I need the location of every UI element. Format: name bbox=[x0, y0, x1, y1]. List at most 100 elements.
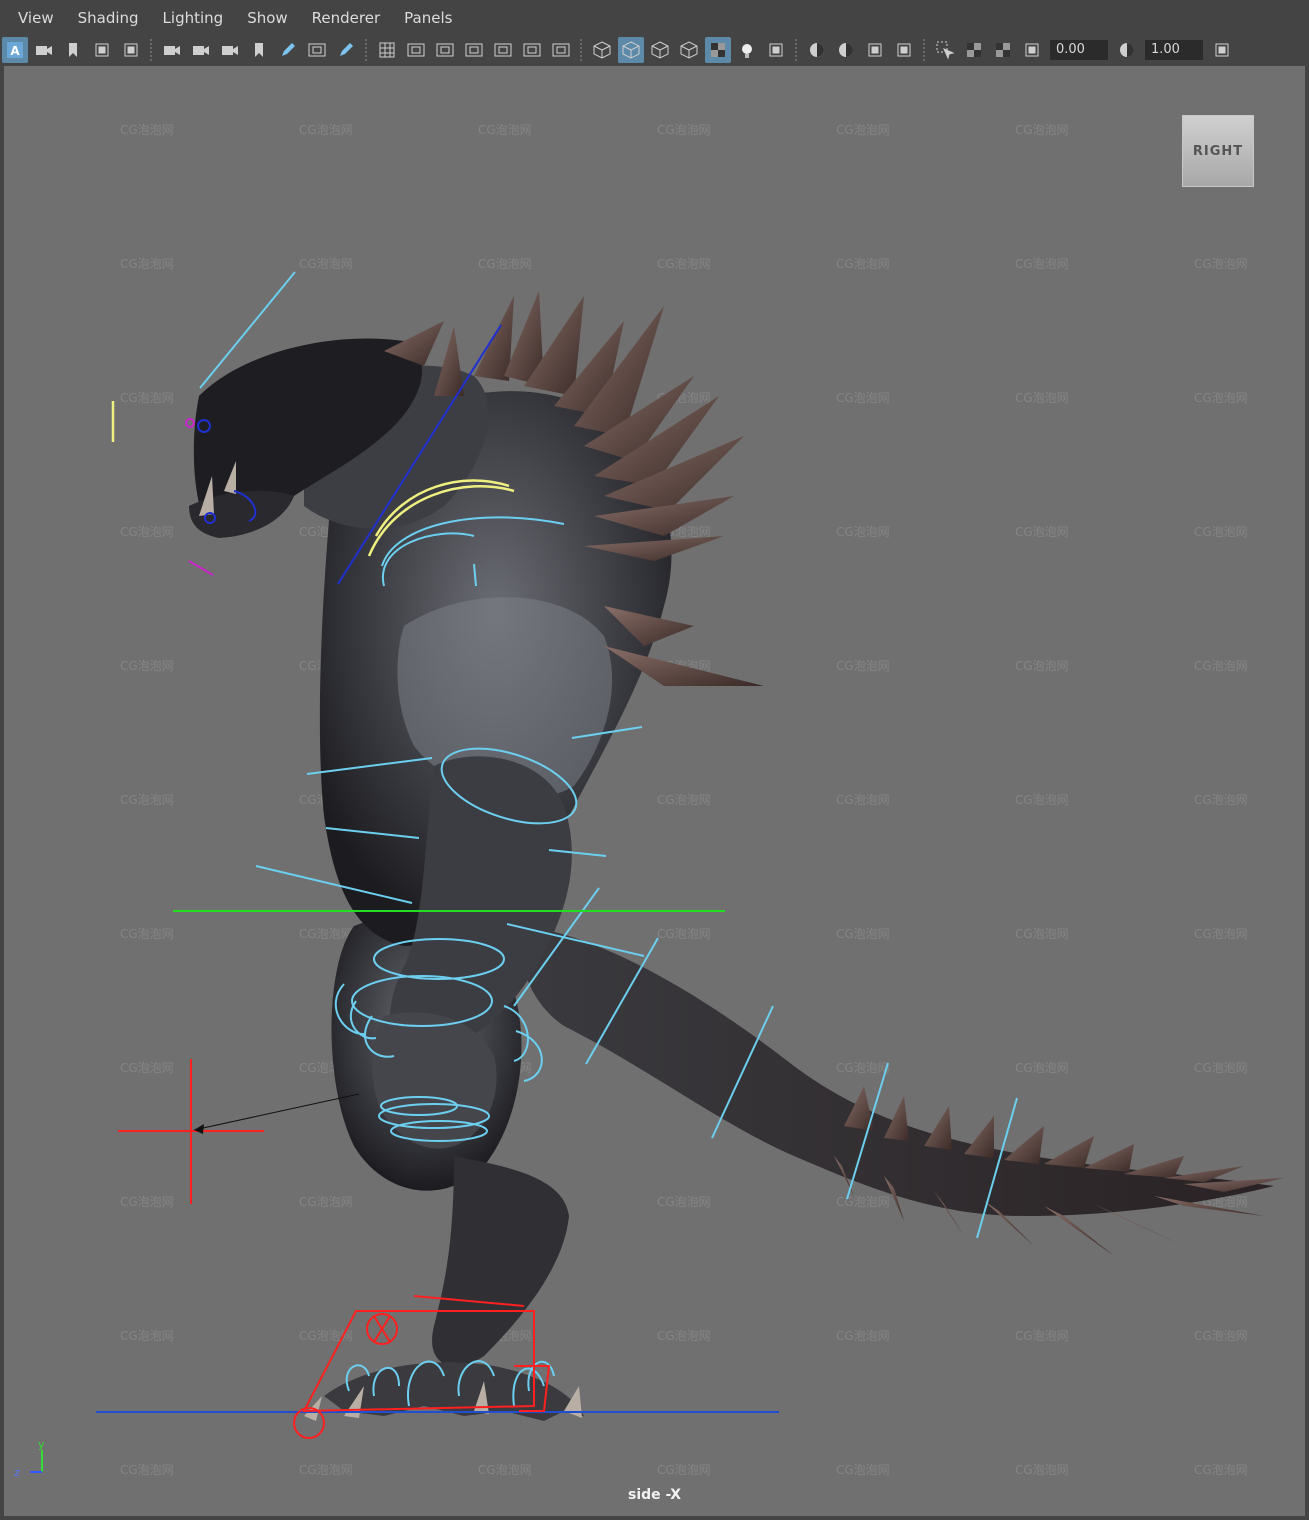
screen-space-ao-button[interactable] bbox=[804, 37, 830, 63]
gate-icon bbox=[308, 43, 325, 57]
safe-action-button[interactable] bbox=[519, 37, 545, 63]
gamma-field[interactable]: 1.00 bbox=[1145, 40, 1203, 60]
safe-action-icon bbox=[523, 43, 540, 57]
film-gate-icon bbox=[407, 43, 424, 57]
use-lights-icon bbox=[741, 44, 752, 58]
depth-of-field-icon bbox=[897, 43, 910, 57]
motion-blur-button[interactable] bbox=[833, 37, 859, 63]
select-camera-icon: A bbox=[6, 42, 23, 58]
backface-culling-button[interactable] bbox=[1019, 37, 1045, 63]
safe-title-button[interactable] bbox=[548, 37, 574, 63]
menu-lighting[interactable]: Lighting bbox=[151, 0, 236, 36]
menu-panels[interactable]: Panels bbox=[392, 0, 464, 36]
shadows-button[interactable] bbox=[763, 37, 789, 63]
axis-gizmo: y z bbox=[14, 1438, 45, 1479]
default-material-button[interactable] bbox=[647, 37, 673, 63]
svg-text:A: A bbox=[10, 44, 20, 58]
field-chart-button[interactable] bbox=[490, 37, 516, 63]
lock-camera-button[interactable] bbox=[188, 37, 214, 63]
smooth-shade-button[interactable] bbox=[617, 37, 644, 63]
wireframe-on-shaded-icon bbox=[680, 41, 697, 59]
gate-mask-button[interactable] bbox=[461, 37, 487, 63]
camera-name-label: side -X bbox=[628, 1487, 681, 1503]
gamma-button[interactable] bbox=[1114, 37, 1140, 63]
image-plane-button[interactable] bbox=[89, 37, 115, 63]
toolbar-separator bbox=[365, 39, 367, 61]
menu-renderer[interactable]: Renderer bbox=[300, 0, 392, 36]
axis-z-label: z bbox=[14, 1466, 20, 1479]
toolbar-separator bbox=[795, 39, 797, 61]
grid-button[interactable] bbox=[374, 37, 400, 63]
default-material-icon bbox=[651, 41, 668, 59]
panel-toolbar: A 0.00 1.00 bbox=[0, 36, 1309, 64]
creature-model[interactable] bbox=[189, 291, 1284, 1421]
resolution-gate-button[interactable] bbox=[432, 37, 458, 63]
viewport-color-button[interactable] bbox=[1209, 37, 1235, 63]
smooth-shade-icon bbox=[622, 41, 639, 59]
grease-pencil-button[interactable] bbox=[275, 37, 301, 63]
select-camera-button[interactable]: A bbox=[1, 37, 28, 63]
anti-aliasing-button[interactable] bbox=[862, 37, 888, 63]
panel-menubar: View Shading Lighting Show Renderer Panels bbox=[0, 0, 1309, 36]
gate-button[interactable] bbox=[304, 37, 330, 63]
menu-view[interactable]: View bbox=[0, 0, 66, 36]
bookmark-icon bbox=[254, 43, 263, 57]
bookmarks-button[interactable] bbox=[60, 37, 86, 63]
wireframe-button[interactable] bbox=[589, 37, 615, 63]
wireframe-icon bbox=[593, 41, 610, 59]
xray-active-icon bbox=[995, 43, 1010, 57]
axis-y-label: y bbox=[38, 1438, 45, 1451]
field-chart-icon bbox=[494, 43, 511, 57]
xray-button[interactable] bbox=[704, 37, 731, 63]
paint-icon bbox=[339, 43, 353, 56]
shadows-icon bbox=[769, 43, 782, 57]
image-plane-icon bbox=[95, 43, 108, 57]
xray-icon bbox=[710, 43, 725, 57]
gate-mask-icon bbox=[465, 43, 482, 57]
grid-icon bbox=[379, 42, 394, 58]
toolbar-separator bbox=[923, 39, 925, 61]
camera-film-button[interactable] bbox=[217, 37, 243, 63]
2d-pan-zoom-icon bbox=[124, 43, 137, 57]
camera-film-icon bbox=[221, 46, 238, 55]
xray-joints-icon bbox=[966, 43, 981, 57]
film-gate-button[interactable] bbox=[403, 37, 429, 63]
viewport-3d[interactable]: CG泡泡网 CG泡泡网 CG泡泡网 CG泡泡网 CG泡泡网 CG泡泡网 CG泡泡网 CG泡泡网… bbox=[4, 66, 1305, 1516]
toolbar-separator bbox=[580, 39, 582, 61]
isolate-select-button[interactable] bbox=[932, 37, 958, 63]
safe-title-icon bbox=[552, 43, 569, 57]
xray-active-button[interactable] bbox=[990, 37, 1016, 63]
camera-button[interactable] bbox=[159, 37, 185, 63]
motion-blur-icon bbox=[838, 43, 853, 57]
depth-of-field-button[interactable] bbox=[891, 37, 917, 63]
xray-joints-button[interactable] bbox=[961, 37, 987, 63]
anti-aliasing-icon bbox=[868, 43, 881, 57]
exposure-field[interactable]: 0.00 bbox=[1050, 40, 1108, 60]
lock-camera-icon bbox=[192, 46, 209, 55]
use-lights-button[interactable] bbox=[734, 37, 760, 63]
view-cube[interactable]: RIGHT bbox=[1182, 115, 1254, 187]
scene-view[interactable] bbox=[4, 66, 1305, 1516]
paint-button[interactable] bbox=[333, 37, 359, 63]
gamma-icon bbox=[1119, 43, 1134, 57]
camera-attributes-button[interactable] bbox=[31, 37, 57, 63]
camera-icon bbox=[163, 46, 180, 55]
resolution-gate-icon bbox=[436, 43, 453, 57]
bookmarks-icon bbox=[68, 43, 77, 57]
2d-pan-zoom-button[interactable] bbox=[118, 37, 144, 63]
isolate-select-icon bbox=[936, 41, 955, 60]
pole-vector-arrow-icon bbox=[194, 1124, 204, 1134]
wireframe-on-shaded-button[interactable] bbox=[676, 37, 702, 63]
viewport-color-icon bbox=[1215, 43, 1228, 57]
view-cube-label: RIGHT bbox=[1192, 143, 1244, 159]
grease-pencil-icon bbox=[281, 43, 295, 56]
bookmark-button[interactable] bbox=[246, 37, 272, 63]
screen-space-ao-icon bbox=[809, 43, 824, 57]
pole-vector-line bbox=[193, 1093, 360, 1131]
menu-show[interactable]: Show bbox=[235, 0, 299, 36]
camera-attributes-icon bbox=[35, 46, 52, 55]
creature-shin bbox=[432, 1156, 569, 1366]
backface-culling-icon bbox=[1025, 43, 1038, 57]
menu-shading[interactable]: Shading bbox=[66, 0, 151, 36]
toolbar-separator bbox=[150, 39, 152, 61]
